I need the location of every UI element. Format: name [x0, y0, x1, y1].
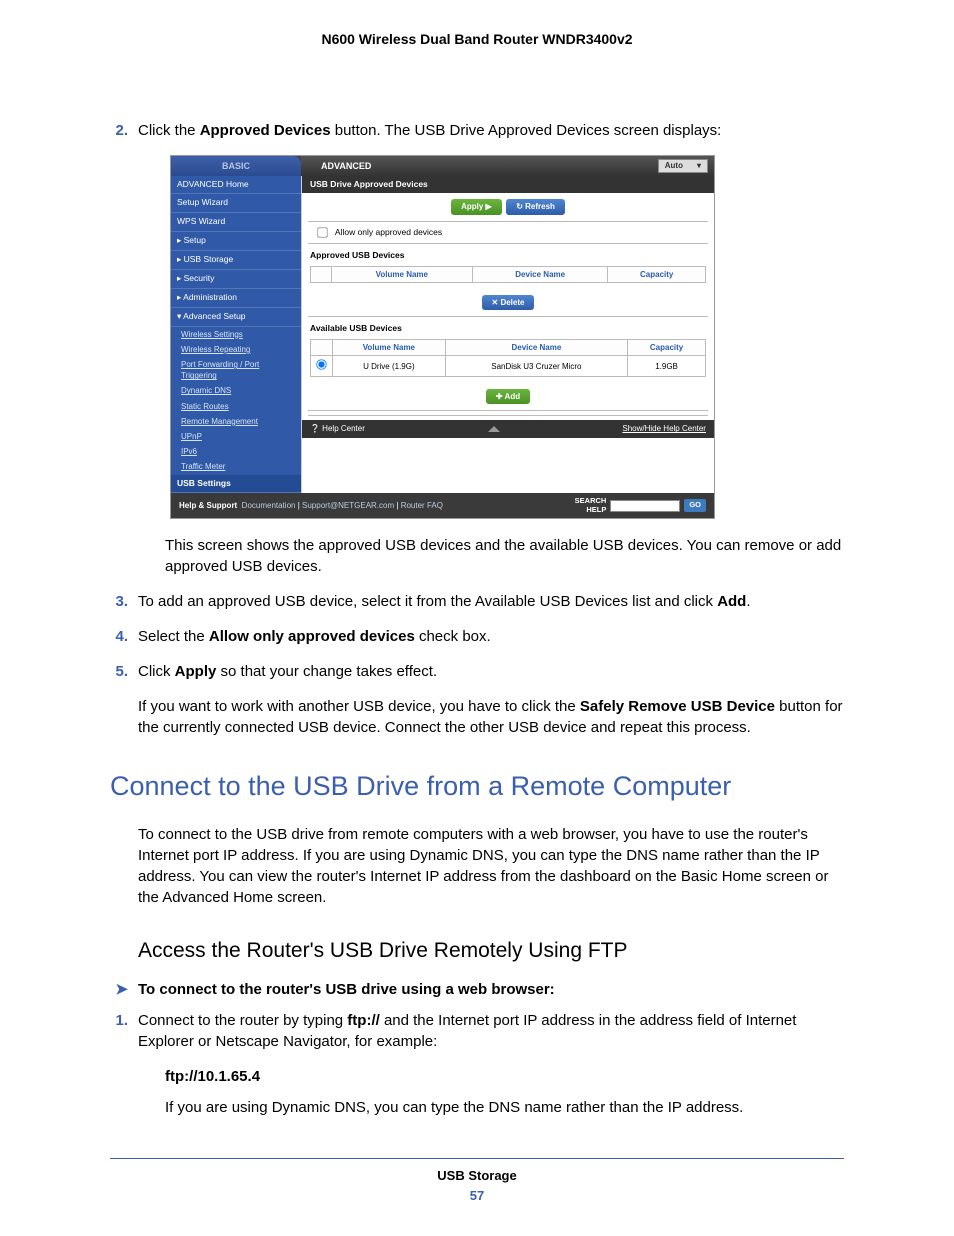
cell-capacity: 1.9GB — [628, 356, 706, 377]
sidebar-item-setup[interactable]: ▸ Setup — [171, 232, 301, 251]
delete-button[interactable]: ✕ Delete — [482, 295, 535, 310]
router-screenshot: BASIC ADVANCED Auto▾ ADVANCED Home Setup… — [170, 155, 715, 519]
allow-approved-checkbox[interactable] — [317, 227, 327, 237]
search-input[interactable] — [610, 500, 680, 512]
sidebar-item-administration[interactable]: ▸ Administration — [171, 289, 301, 308]
help-support-label: Help & Support — [179, 501, 237, 510]
step-text: Connect to the router by typing — [138, 1012, 347, 1029]
refresh-button[interactable]: ↻ Refresh — [506, 199, 565, 214]
page-footer: USB Storage 57 — [110, 1167, 844, 1205]
add-button[interactable]: ✚ Add — [486, 389, 530, 404]
step-4: 4. Select the Allow only approved device… — [110, 626, 844, 647]
sidebar-sub-wireless-repeating[interactable]: Wireless Repeating — [171, 342, 301, 357]
tab-basic[interactable]: BASIC — [171, 156, 301, 176]
sidebar-item-setup-wizard[interactable]: Setup Wizard — [171, 194, 301, 213]
search-help-label: SEARCHHELP — [575, 497, 607, 514]
main-panel: USB Drive Approved Devices Apply ▶ ↻ Ref… — [301, 176, 714, 494]
sidebar-sub-static-routes[interactable]: Static Routes — [171, 399, 301, 414]
sidebar-sub-wireless-settings[interactable]: Wireless Settings — [171, 327, 301, 342]
col-volume: Volume Name — [331, 266, 472, 282]
col-device: Device Name — [445, 339, 627, 355]
footer-section-title: USB Storage — [110, 1167, 844, 1185]
row-radio[interactable] — [316, 359, 326, 369]
step-number: 3. — [110, 591, 138, 612]
sidebar-sub-port-forwarding[interactable]: Port Forwarding / Port Triggering — [171, 357, 301, 383]
step-bold: Allow only approved devices — [209, 628, 415, 645]
procedure-title: To connect to the router's USB drive usi… — [138, 979, 844, 1000]
sidebar-sub-traffic-meter[interactable]: Traffic Meter — [171, 459, 301, 474]
col-capacity: Capacity — [608, 266, 706, 282]
subsection-heading-ftp: Access the Router's USB Drive Remotely U… — [138, 936, 844, 965]
ftp-example: ftp://10.1.65.4 — [165, 1066, 844, 1087]
procedure-arrow-icon: ➤ — [110, 979, 138, 1000]
table-row[interactable]: U Drive (1.9G) SanDisk U3 Cruzer Micro 1… — [311, 356, 706, 377]
step-text: Select the — [138, 628, 209, 645]
apply-button[interactable]: Apply ▶ — [451, 199, 502, 214]
procedure-step-1: 1. Connect to the router by typing ftp:/… — [110, 1010, 844, 1052]
sidebar-item-home[interactable]: ADVANCED Home — [171, 176, 301, 195]
checkbox-label: Allow only approved devices — [335, 226, 442, 236]
sidebar-sub-remote-management[interactable]: Remote Management — [171, 414, 301, 429]
sidebar-item-wps-wizard[interactable]: WPS Wizard — [171, 213, 301, 232]
step-2-followup: This screen shows the approved USB devic… — [165, 535, 844, 577]
sidebar-sub-ipv6[interactable]: IPv6 — [171, 444, 301, 459]
sidebar-sub-usb-settings[interactable]: USB Settings — [171, 475, 301, 494]
step-2: 2. Click the Approved Devices button. Th… — [110, 120, 844, 141]
step-3: 3. To add an approved USB device, select… — [110, 591, 844, 612]
screenshot-footer: Help & Support Documentation | Support@N… — [171, 493, 714, 518]
cell-device: SanDisk U3 Cruzer Micro — [445, 356, 627, 377]
help-center-label[interactable]: ❔ Help Center — [310, 423, 365, 434]
sidebar-item-advanced-setup[interactable]: ▾ Advanced Setup — [171, 308, 301, 327]
step-number: 5. — [110, 661, 138, 682]
footer-page-number: 57 — [110, 1187, 844, 1205]
sidebar-item-security[interactable]: ▸ Security — [171, 270, 301, 289]
panel-title: USB Drive Approved Devices — [302, 176, 714, 194]
step-bold: Apply — [175, 663, 217, 680]
sidebar-sub-dynamic-dns[interactable]: Dynamic DNS — [171, 383, 301, 398]
support-link[interactable]: Support@NETGEAR.com — [302, 501, 394, 510]
step-text: check box. — [415, 628, 491, 645]
procedure-heading: ➤ To connect to the router's USB drive u… — [110, 979, 844, 1000]
step-text: . — [746, 593, 750, 610]
expand-icon[interactable] — [488, 426, 500, 432]
available-devices-table: Volume Name Device Name Capacity U Drive… — [310, 339, 706, 377]
section-intro-para: To connect to the USB drive from remote … — [138, 824, 844, 908]
auto-dropdown[interactable]: Auto▾ — [658, 159, 708, 173]
manual-header: N600 Wireless Dual Band Router WNDR3400v… — [110, 30, 844, 50]
section-heading-connect-usb: Connect to the USB Drive from a Remote C… — [110, 768, 844, 806]
step-bold: Add — [717, 593, 746, 610]
faq-link[interactable]: Router FAQ — [401, 501, 443, 510]
footer-rule — [110, 1158, 844, 1159]
col-capacity: Capacity — [628, 339, 706, 355]
col-volume: Volume Name — [333, 339, 446, 355]
tab-advanced-label: ADVANCED — [321, 156, 371, 176]
doc-link[interactable]: Documentation — [242, 501, 296, 510]
step-bold: Approved Devices — [200, 122, 331, 139]
dns-note: If you are using Dynamic DNS, you can ty… — [165, 1097, 844, 1118]
after-steps-note: If you want to work with another USB dev… — [138, 696, 844, 738]
go-button[interactable]: GO — [684, 499, 706, 512]
step-bold: ftp:// — [347, 1012, 379, 1029]
col-device: Device Name — [472, 266, 607, 282]
tab-advanced[interactable]: ADVANCED Auto▾ — [301, 156, 714, 176]
step-text: Click the — [138, 122, 200, 139]
sidebar-sub-upnp[interactable]: UPnP — [171, 429, 301, 444]
step-5: 5. Click Apply so that your change takes… — [110, 661, 844, 682]
approved-devices-table: Volume Name Device Name Capacity — [310, 266, 706, 283]
approved-devices-label: Approved USB Devices — [302, 244, 714, 264]
help-toggle-link[interactable]: Show/Hide Help Center — [622, 423, 706, 434]
step-text: Click — [138, 663, 175, 680]
step-number: 4. — [110, 626, 138, 647]
step-text: button. The USB Drive Approved Devices s… — [331, 122, 722, 139]
cell-volume: U Drive (1.9G) — [333, 356, 446, 377]
sidebar: ADVANCED Home Setup Wizard WPS Wizard ▸ … — [171, 176, 301, 494]
step-text: To add an approved USB device, select it… — [138, 593, 717, 610]
step-number: 1. — [110, 1010, 138, 1052]
sidebar-item-usb-storage[interactable]: ▸ USB Storage — [171, 251, 301, 270]
step-number: 2. — [110, 120, 138, 141]
step-text: so that your change takes effect. — [216, 663, 437, 680]
available-devices-label: Available USB Devices — [302, 317, 714, 337]
